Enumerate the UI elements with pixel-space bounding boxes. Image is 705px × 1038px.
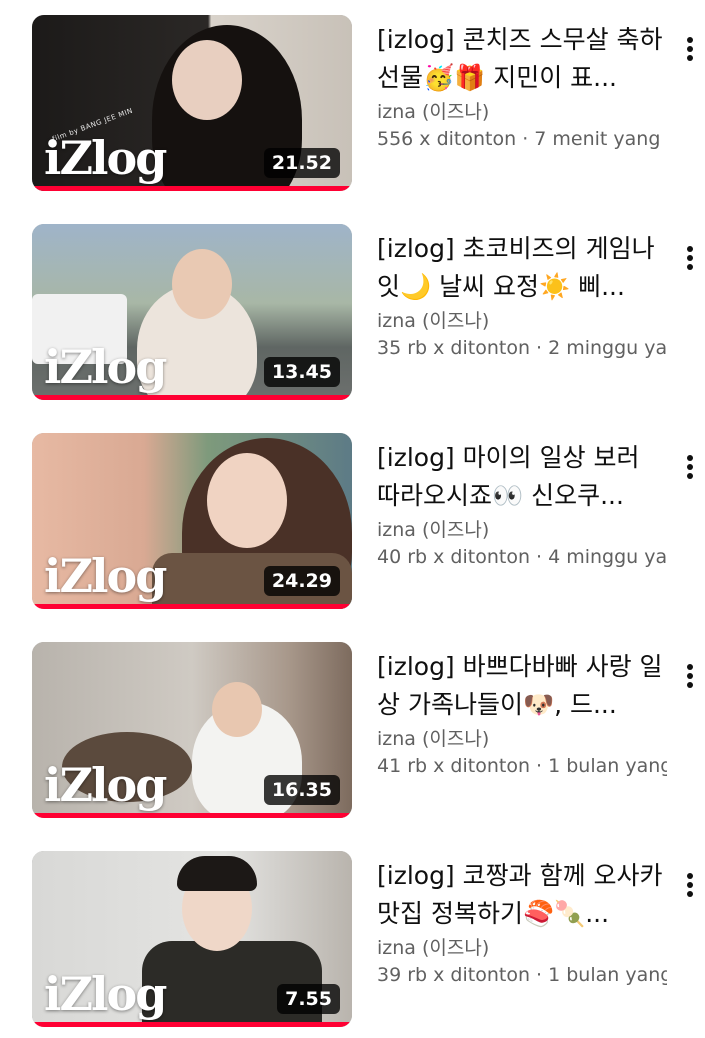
video-stats: 41 rb x ditonton · 1 bulan yang lalu bbox=[377, 755, 667, 777]
video-thumbnail[interactable]: film by BANG JEE MIN iZlog 21.52 bbox=[32, 15, 352, 191]
video-thumbnail[interactable]: iZlog 7.55 bbox=[32, 851, 352, 1027]
video-title[interactable]: [izlog] 마이의 일상 보러 따라오시죠👀 신오쿠... bbox=[377, 439, 667, 515]
video-meta: [izlog] 코짱과 함께 오사카 맛집 정복하기🍣🍡... izna (이즈… bbox=[377, 857, 667, 989]
video-item[interactable]: film by BANG JEE MIN iZlog 21.52 [izlog]… bbox=[0, 15, 705, 193]
video-stats: 556 x ditonton · 7 menit yang lalu bbox=[377, 128, 667, 150]
more-options-icon[interactable] bbox=[678, 453, 702, 481]
video-title[interactable]: [izlog] 콘치즈 스무살 축하 선물🥳🎁 지민이 표... bbox=[377, 21, 667, 97]
duration-badge: 13.45 bbox=[263, 357, 340, 387]
izlog-logo: iZlog bbox=[44, 131, 167, 185]
more-options-icon[interactable] bbox=[678, 662, 702, 690]
duration-badge: 7.55 bbox=[277, 984, 340, 1014]
channel-name[interactable]: izna (이즈나) bbox=[377, 308, 667, 334]
more-options-icon[interactable] bbox=[678, 35, 702, 63]
video-stats: 39 rb x ditonton · 1 bulan yang lalu bbox=[377, 964, 667, 986]
video-item[interactable]: iZlog 13.45 [izlog] 초코비즈의 게임나잇🌙 날씨 요정☀️ … bbox=[0, 224, 705, 402]
video-thumbnail[interactable]: iZlog 13.45 bbox=[32, 224, 352, 400]
channel-name[interactable]: izna (이즈나) bbox=[377, 99, 667, 125]
watch-progress-bar bbox=[32, 1022, 352, 1027]
video-meta: [izlog] 초코비즈의 게임나잇🌙 날씨 요정☀️ 삐... izna (이… bbox=[377, 230, 667, 362]
video-list: film by BANG JEE MIN iZlog 21.52 [izlog]… bbox=[0, 0, 705, 1038]
video-title[interactable]: [izlog] 초코비즈의 게임나잇🌙 날씨 요정☀️ 삐... bbox=[377, 230, 667, 306]
duration-badge: 21.52 bbox=[263, 148, 340, 178]
video-stats: 40 rb x ditonton · 4 minggu yang lalu bbox=[377, 546, 667, 568]
video-meta: [izlog] 마이의 일상 보러 따라오시죠👀 신오쿠... izna (이즈… bbox=[377, 439, 667, 571]
channel-name[interactable]: izna (이즈나) bbox=[377, 726, 667, 752]
watch-progress-bar bbox=[32, 395, 352, 400]
duration-badge: 24.29 bbox=[263, 566, 340, 596]
watch-progress-bar bbox=[32, 604, 352, 609]
channel-name[interactable]: izna (이즈나) bbox=[377, 517, 667, 543]
video-item[interactable]: iZlog 7.55 [izlog] 코짱과 함께 오사카 맛집 정복하기🍣🍡.… bbox=[0, 851, 705, 1029]
izlog-logo: iZlog bbox=[44, 549, 167, 603]
video-meta: [izlog] 콘치즈 스무살 축하 선물🥳🎁 지민이 표... izna (이… bbox=[377, 21, 667, 153]
video-thumbnail[interactable]: iZlog 16.35 bbox=[32, 642, 352, 818]
video-item[interactable]: iZlog 24.29 [izlog] 마이의 일상 보러 따라오시죠👀 신오쿠… bbox=[0, 433, 705, 611]
video-meta: [izlog] 바쁘다바빠 사랑 일상 가족나들이🐶, 드... izna (이… bbox=[377, 648, 667, 780]
video-title[interactable]: [izlog] 코짱과 함께 오사카 맛집 정복하기🍣🍡... bbox=[377, 857, 667, 933]
watch-progress-bar bbox=[32, 813, 352, 818]
more-options-icon[interactable] bbox=[678, 244, 702, 272]
video-thumbnail[interactable]: iZlog 24.29 bbox=[32, 433, 352, 609]
izlog-logo: iZlog bbox=[44, 967, 167, 1021]
more-options-icon[interactable] bbox=[678, 871, 702, 899]
video-stats: 35 rb x ditonton · 2 minggu yang lalu bbox=[377, 337, 667, 359]
channel-name[interactable]: izna (이즈나) bbox=[377, 935, 667, 961]
watch-progress-bar bbox=[32, 186, 352, 191]
izlog-logo: iZlog bbox=[44, 758, 167, 812]
izlog-logo: iZlog bbox=[44, 340, 167, 394]
video-title[interactable]: [izlog] 바쁘다바빠 사랑 일상 가족나들이🐶, 드... bbox=[377, 648, 667, 724]
duration-badge: 16.35 bbox=[263, 775, 340, 805]
video-item[interactable]: iZlog 16.35 [izlog] 바쁘다바빠 사랑 일상 가족나들이🐶, … bbox=[0, 642, 705, 820]
